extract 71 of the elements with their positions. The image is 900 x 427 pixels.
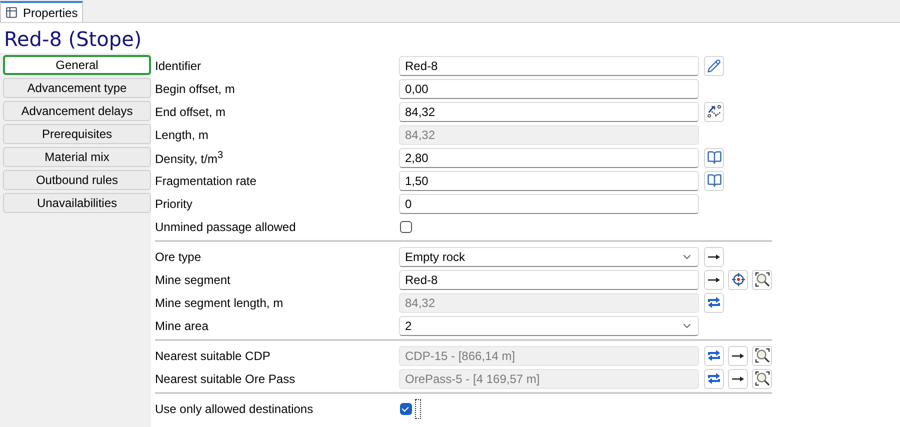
locate-button[interactable] (728, 270, 748, 290)
zoom-icon (754, 272, 770, 287)
go-to-button[interactable] (728, 368, 748, 388)
input-field[interactable]: 1,50 (399, 170, 699, 190)
readonly-field[interactable]: 84,32 (399, 124, 699, 144)
properties-tab[interactable]: Properties (0, 1, 83, 22)
arrow-right-icon (707, 276, 721, 284)
input-field[interactable]: Red-8 (399, 56, 699, 76)
field-label: Use only allowed destinations (155, 402, 314, 416)
field-label: Unmined passage allowed (155, 220, 297, 234)
readonly-field[interactable]: CDP-15 - [866,14 m] (399, 346, 699, 366)
sidebar-button[interactable]: Outbound rules (3, 170, 151, 190)
sidebar-button[interactable]: Material mix (3, 147, 151, 167)
arrow-right-icon (731, 374, 745, 382)
go-to-button[interactable] (704, 246, 724, 266)
field-label: Identifier (155, 58, 202, 72)
measure-button[interactable] (704, 102, 724, 122)
book-icon (706, 150, 722, 165)
pencil-icon (707, 58, 721, 72)
arrow-right-icon (731, 352, 745, 360)
field-label: Length, m (155, 128, 210, 142)
lookup-button[interactable] (704, 170, 724, 190)
sidebar-button[interactable]: Unavailabilities (3, 193, 151, 213)
field-label: Mine area (155, 318, 210, 332)
zoom-icon (754, 348, 770, 363)
page-title: Red-8 (Stope) (3, 26, 143, 53)
arrow-right-icon (707, 252, 721, 260)
edit-button[interactable] (704, 56, 724, 76)
lookup-button[interactable] (704, 148, 724, 168)
refresh-icon (707, 348, 721, 363)
crosshair-icon (730, 272, 746, 287)
measure-icon (706, 104, 722, 119)
input-field[interactable]: 0,00 (399, 78, 699, 98)
sidebar-button[interactable]: Advancement type (3, 78, 151, 98)
input-field[interactable]: 2,80 (399, 148, 699, 168)
input-field[interactable]: 0 (399, 194, 699, 214)
input-field[interactable]: 84,32 (399, 102, 699, 122)
field-label: End offset, m (155, 104, 226, 118)
go-to-button[interactable] (704, 270, 724, 290)
zoom-button[interactable] (752, 270, 772, 290)
zoom-button[interactable] (752, 346, 772, 366)
field-label: Begin offset, m (155, 82, 236, 96)
sidebar-button[interactable]: Advancement delays (3, 101, 151, 121)
checkbox[interactable] (400, 402, 412, 414)
field-label: Nearest suitable Ore Pass (155, 372, 296, 386)
field-label: Density, t/m$^{3}$ (155, 150, 224, 166)
refresh-button[interactable] (704, 346, 724, 366)
field-label: Fragmentation rate (155, 174, 258, 188)
dropdown[interactable]: 2 (399, 316, 699, 336)
field-label: Mine segment (155, 272, 232, 286)
field-label: Nearest suitable CDP (155, 348, 272, 362)
go-to-button[interactable] (728, 346, 748, 366)
refresh-icon (707, 371, 721, 386)
zoom-button[interactable] (752, 368, 772, 388)
field-label: Ore type (155, 250, 202, 264)
book-icon (706, 173, 722, 188)
sidebar-button[interactable]: Prerequisites (3, 124, 151, 144)
field-label: Mine segment length, m (155, 296, 284, 310)
refresh-button[interactable] (704, 292, 724, 312)
table-icon (5, 6, 18, 19)
field-label: Priority (155, 196, 194, 210)
focus-indicator (415, 398, 421, 418)
refresh-icon (707, 295, 721, 310)
readonly-field[interactable]: OrePass-5 - [4 169,57 m] (399, 368, 699, 388)
sidebar-button[interactable]: General (3, 55, 151, 75)
refresh-button[interactable] (704, 368, 724, 388)
readonly-field[interactable]: 84,32 (399, 292, 699, 312)
dropdown[interactable]: Empty rock (399, 246, 699, 266)
zoom-icon (754, 371, 770, 386)
checkbox[interactable] (400, 220, 412, 232)
input-field[interactable]: Red-8 (399, 270, 699, 290)
